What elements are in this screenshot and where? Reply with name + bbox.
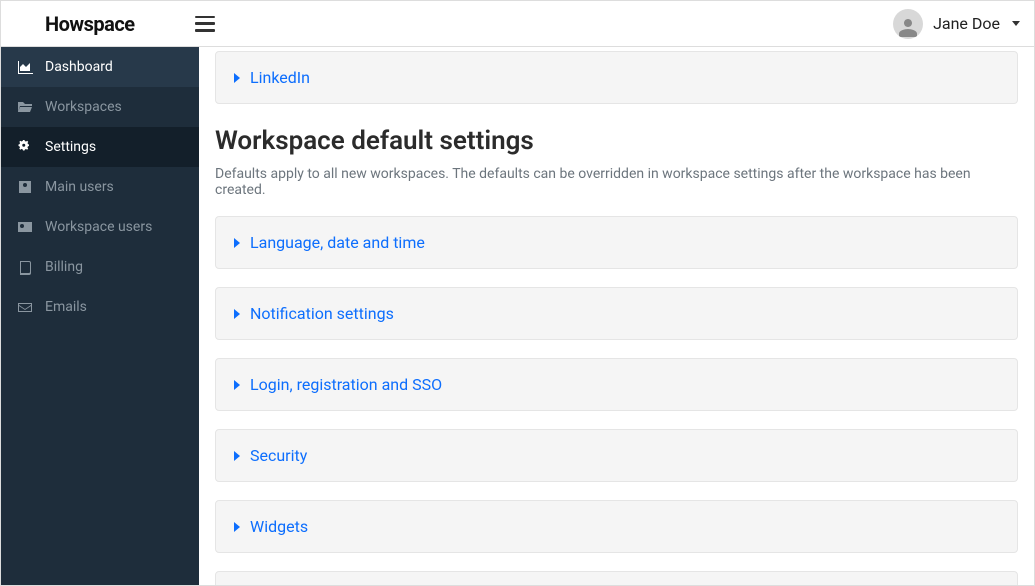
accordion-login-sso[interactable]: Login, registration and SSO (215, 358, 1018, 411)
sidebar-item-main-users[interactable]: Main users (1, 167, 199, 207)
caret-right-icon (234, 451, 240, 461)
user-menu[interactable]: Jane Doe (893, 9, 1020, 39)
sidebar-item-label: Dashboard (45, 59, 113, 75)
sidebar-item-label: Workspaces (45, 99, 122, 115)
chevron-down-icon (1012, 21, 1020, 26)
sidebar-item-label: Main users (45, 179, 114, 195)
caret-right-icon (234, 522, 240, 532)
main-content: LinkedIn Workspace default settings Defa… (199, 47, 1034, 585)
sidebar: Dashboard Workspaces Settings Main users… (1, 47, 199, 585)
sidebar-item-workspace-users[interactable]: Workspace users (1, 207, 199, 247)
sidebar-item-label: Emails (45, 299, 87, 315)
accordion-security[interactable]: Security (215, 429, 1018, 482)
sidebar-item-settings[interactable]: Settings (1, 127, 199, 167)
accordion-label: Widgets (250, 517, 308, 536)
accordion-label: Language, date and time (250, 233, 425, 252)
username-label: Jane Doe (933, 14, 1000, 33)
section-title: Workspace default settings (215, 126, 1018, 156)
caret-right-icon (234, 309, 240, 319)
hamburger-icon[interactable] (195, 16, 215, 32)
sidebar-item-label: Workspace users (45, 219, 152, 235)
accordion-notifications[interactable]: Notification settings (215, 287, 1018, 340)
sidebar-item-dashboard[interactable]: Dashboard (1, 47, 199, 87)
envelope-icon (17, 299, 33, 315)
caret-right-icon (234, 238, 240, 248)
accordion-widgets[interactable]: Widgets (215, 500, 1018, 553)
book-icon (17, 259, 33, 275)
caret-right-icon (234, 73, 240, 83)
accordion-label: Login, registration and SSO (250, 375, 442, 394)
sidebar-item-label: Billing (45, 259, 83, 275)
brand-logo: Howspace (45, 12, 135, 36)
sidebar-item-label: Settings (45, 139, 96, 155)
sidebar-item-billing[interactable]: Billing (1, 247, 199, 287)
topbar: Howspace Jane Doe (1, 1, 1034, 47)
gears-icon (17, 139, 33, 155)
folder-open-icon (17, 99, 33, 115)
sidebar-item-emails[interactable]: Emails (1, 287, 199, 327)
chart-area-icon (17, 59, 33, 75)
avatar (893, 9, 923, 39)
accordion-language[interactable]: Language, date and time (215, 216, 1018, 269)
accordion-features[interactable]: Features (215, 571, 1018, 585)
accordion-label: LinkedIn (250, 68, 310, 87)
accordion-label: Security (250, 446, 307, 465)
section-description: Defaults apply to all new workspaces. Th… (215, 166, 1018, 198)
address-card-icon (17, 219, 33, 235)
caret-right-icon (234, 380, 240, 390)
sidebar-item-workspaces[interactable]: Workspaces (1, 87, 199, 127)
accordion-label: Notification settings (250, 304, 394, 323)
user-icon (17, 179, 33, 195)
accordion-linkedin[interactable]: LinkedIn (215, 51, 1018, 104)
